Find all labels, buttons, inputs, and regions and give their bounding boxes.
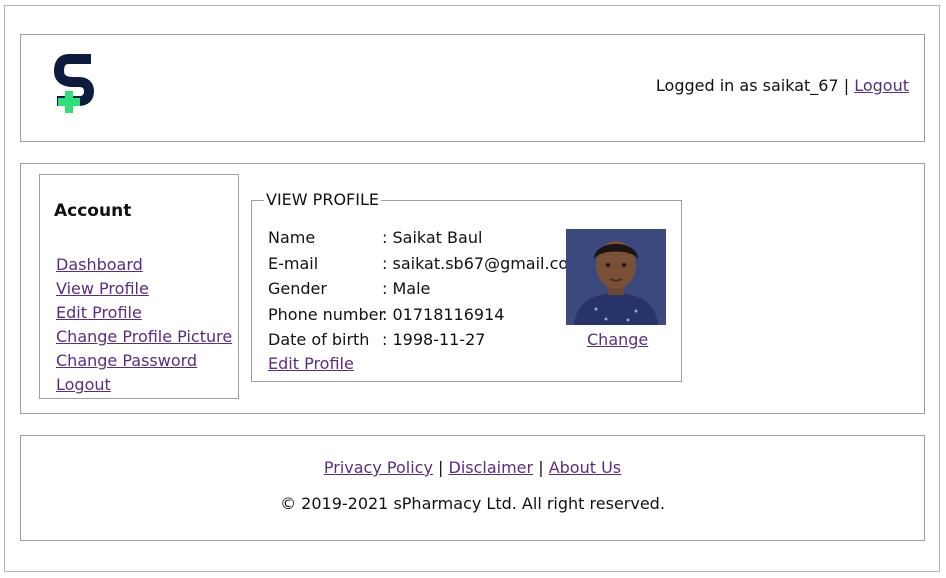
footer: Privacy Policy | Disclaimer | About Us ©… bbox=[20, 435, 925, 541]
field-label: Phone number bbox=[268, 304, 386, 324]
logo-icon bbox=[53, 54, 95, 113]
field-label: Date of birth bbox=[268, 330, 370, 349]
separator: | bbox=[438, 458, 444, 477]
field-label: Gender bbox=[268, 279, 327, 298]
change-photo-link[interactable]: Change bbox=[587, 330, 648, 349]
panel-legend: VIEW PROFILE bbox=[266, 190, 379, 209]
field-value: : 01718116914 bbox=[382, 304, 505, 324]
sidebar-menu: Dashboard View Profile Edit Profile Chan… bbox=[56, 255, 232, 399]
view-profile-panel: VIEW PROFILE Name : Saikat Baul E-mail : s… bbox=[251, 192, 682, 382]
spharmacy-logo[interactable] bbox=[53, 53, 99, 117]
field-row-dob: Date of birth : 1998-11-27 bbox=[268, 330, 584, 356]
field-label: E-mail bbox=[268, 253, 319, 273]
privacy-policy-link[interactable]: Privacy Policy bbox=[324, 458, 433, 477]
field-label: Name bbox=[268, 228, 316, 247]
field-row-name: Name : Saikat Baul bbox=[268, 228, 584, 254]
sidebar-item-change-profile-picture[interactable]: Change Profile Picture bbox=[56, 327, 232, 346]
disclaimer-link[interactable]: Disclaimer bbox=[449, 458, 534, 477]
footer-links: Privacy Policy | Disclaimer | About Us bbox=[21, 458, 924, 477]
sidebar-item-view-profile[interactable]: View Profile bbox=[56, 279, 149, 298]
sidebar-item-edit-profile[interactable]: Edit Profile bbox=[56, 303, 142, 322]
separator: | bbox=[538, 458, 544, 477]
logged-in-prefix: Logged in as bbox=[655, 76, 758, 95]
field-value: : Male bbox=[382, 279, 431, 298]
profile-photo bbox=[566, 229, 666, 325]
about-us-link[interactable]: About Us bbox=[549, 458, 621, 477]
field-value: : Saikat Baul bbox=[382, 228, 483, 247]
sidebar-item-change-password[interactable]: Change Password bbox=[56, 351, 197, 370]
login-status: Logged in as saikat_67 | Logout bbox=[656, 76, 909, 95]
separator: | bbox=[843, 76, 850, 95]
account-sidebar: Account Dashboard View Profile Edit Prof… bbox=[39, 174, 239, 399]
field-value: : saikat.sb67@gmail.com bbox=[382, 253, 584, 273]
copyright: © 2019-2021 sPharmacy Ltd. All right res… bbox=[280, 494, 665, 513]
sidebar-item-dashboard[interactable]: Dashboard bbox=[56, 255, 143, 274]
header-logout-link[interactable]: Logout bbox=[854, 76, 909, 95]
username: saikat_67 bbox=[762, 76, 839, 95]
profile-fields: Name : Saikat Baul E-mail : saikat.sb67@gm… bbox=[268, 228, 584, 356]
header: Logged in as saikat_67 | Logout bbox=[20, 34, 925, 142]
sidebar-title: Account bbox=[54, 201, 132, 221]
field-row-phone: Phone number: 01718116914 bbox=[268, 305, 584, 331]
field-row-gender: Gender : Male bbox=[268, 279, 584, 305]
main-content: Account Dashboard View Profile Edit Prof… bbox=[20, 163, 925, 414]
field-value: : 1998-11-27 bbox=[382, 330, 486, 349]
sidebar-item-logout[interactable]: Logout bbox=[56, 375, 111, 394]
edit-profile-link[interactable]: Edit Profile bbox=[268, 354, 354, 373]
avatar-icon bbox=[566, 229, 666, 325]
field-row-email: E-mail : saikat.sb67@gmail.com bbox=[268, 254, 584, 280]
